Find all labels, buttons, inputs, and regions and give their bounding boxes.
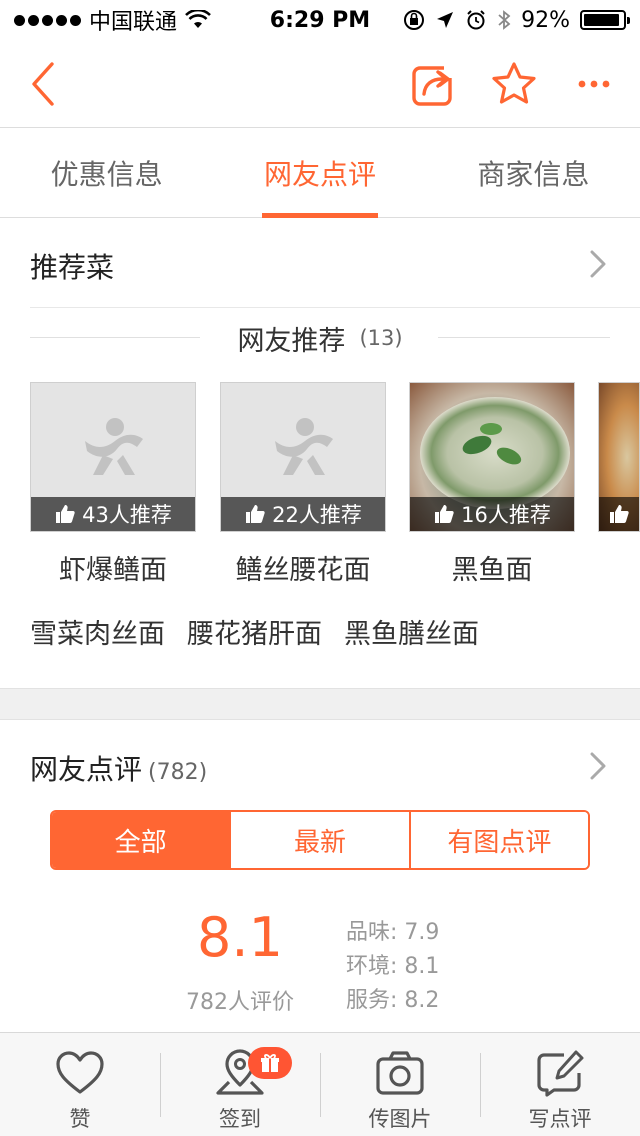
- dish-card[interactable]: 43人推荐: [30, 382, 196, 532]
- upload-photo-label: 传图片: [368, 1107, 432, 1131]
- dish-tag[interactable]: 腰花猪肝面: [187, 612, 322, 656]
- recommended-subheading: 网友推荐 (13): [0, 318, 640, 358]
- dish-photo: [420, 397, 570, 509]
- reviews-title-group: 网友点评 (782): [30, 748, 207, 788]
- write-review-button[interactable]: 写点评: [480, 1033, 640, 1136]
- check-in-badge: [248, 1047, 292, 1079]
- taste-score: 品味: 7.9: [346, 920, 440, 945]
- reviews-header[interactable]: 网友点评 (782): [0, 720, 640, 810]
- recommend-count: 43人推荐: [82, 503, 172, 527]
- dish-card-partial[interactable]: [598, 382, 640, 532]
- recommend-count: 16人推荐: [461, 503, 551, 527]
- tab-offers[interactable]: 优惠信息: [0, 129, 213, 217]
- camera-icon: [376, 1051, 424, 1095]
- dish-photo-detail: [480, 423, 502, 435]
- like-button[interactable]: 赞: [0, 1033, 160, 1136]
- dish-carousel[interactable]: 43人推荐 22人推荐 16人推荐: [30, 382, 640, 532]
- recommended-header[interactable]: 推荐菜: [0, 218, 640, 308]
- subhead-line-right: [438, 337, 610, 338]
- recommend-badge: 43人推荐: [31, 497, 195, 531]
- location-arrow-icon: [437, 12, 454, 28]
- recommend-badge: 16人推荐: [410, 497, 574, 531]
- section-separator: [0, 688, 640, 720]
- environment-score: 环境: 8.1: [346, 954, 440, 979]
- dish-tag[interactable]: 雪菜肉丝面: [30, 612, 165, 656]
- alarm-icon: [467, 10, 485, 30]
- divider: [30, 307, 640, 308]
- tab-reviews[interactable]: 网友点评: [213, 129, 426, 218]
- nav-bar: [0, 40, 640, 128]
- bluetooth-icon: [498, 10, 511, 30]
- dish-name[interactable]: 黑鱼面: [409, 548, 575, 587]
- battery-icon: [580, 10, 630, 30]
- filter-all[interactable]: 全部: [52, 812, 230, 868]
- like-label: 赞: [69, 1107, 91, 1131]
- clock: 6:29 PM: [269, 7, 371, 33]
- status-left: 中国联通: [14, 4, 244, 36]
- dish-name[interactable]: 虾爆鳝面: [30, 548, 196, 587]
- more-dishes-list: 雪菜肉丝面 腰花猪肝面 黑鱼膳丝面: [30, 612, 630, 656]
- edit-icon: [537, 1050, 584, 1097]
- thumbs-up-icon: [56, 505, 75, 523]
- thumbs-up-icon: [435, 505, 454, 523]
- sub-scores: 品味: 7.9 环境: 8.1 服务: 8.2: [346, 916, 439, 1018]
- gift-icon: [261, 1054, 279, 1072]
- write-review-label: 写点评: [528, 1107, 592, 1131]
- battery-percent: 92%: [521, 7, 570, 33]
- recommend-count: 22人推荐: [272, 503, 362, 527]
- check-in-label: 签到: [219, 1107, 261, 1131]
- page: 中国联通 6:29 PM 92% 优惠信息 网友点评 商家信息 推荐菜 网友推荐…: [0, 0, 640, 1136]
- recommend-badge: 22人推荐: [221, 497, 385, 531]
- placeholder-logo-icon: [275, 418, 333, 475]
- reviews-count: (782): [148, 760, 208, 785]
- dish-card[interactable]: 16人推荐: [409, 382, 575, 532]
- battery-fill: [584, 14, 619, 26]
- overall-score: 8.1: [197, 906, 283, 969]
- dish-name[interactable]: 鳝丝腰花面: [220, 548, 386, 587]
- orientation-lock-icon: [404, 10, 425, 30]
- filter-with-photos[interactable]: 有图点评: [408, 812, 588, 868]
- signal-strength-icon: [14, 14, 81, 26]
- tab-merchant-info[interactable]: 商家信息: [427, 129, 640, 217]
- reviews-title: 网友点评: [30, 753, 143, 786]
- service-score: 服务: 8.2: [346, 988, 440, 1013]
- carrier-name: 中国联通: [89, 10, 178, 35]
- recommend-badge: [599, 497, 639, 531]
- thumbs-up-icon: [610, 505, 629, 523]
- tab-bar: 优惠信息 网友点评 商家信息: [0, 129, 640, 218]
- placeholder-logo-icon: [85, 418, 143, 475]
- subhead-count: (13): [359, 326, 415, 350]
- review-filter: 全部 最新 有图点评: [50, 810, 590, 870]
- share-icon[interactable]: [410, 60, 458, 108]
- status-right: 92%: [396, 7, 630, 33]
- upload-photo-button[interactable]: 传图片: [320, 1033, 480, 1136]
- wifi-icon: [185, 10, 211, 28]
- filter-latest[interactable]: 最新: [229, 812, 409, 868]
- chevron-right-icon: [590, 250, 606, 278]
- dish-tag[interactable]: 黑鱼膳丝面: [344, 612, 479, 656]
- dish-names: 虾爆鳝面 鳝丝腰花面 黑鱼面: [0, 548, 640, 592]
- rating-count: 782人评价: [186, 990, 294, 1015]
- status-bar: 中国联通 6:29 PM 92%: [0, 0, 640, 40]
- dish-card[interactable]: 22人推荐: [220, 382, 386, 532]
- chevron-right-icon: [590, 752, 606, 780]
- more-dots-icon[interactable]: [570, 60, 618, 108]
- check-in-button[interactable]: 签到: [160, 1033, 320, 1136]
- subhead-line-left: [30, 337, 200, 338]
- heart-icon: [56, 1051, 104, 1094]
- subhead-text: 网友推荐: [225, 318, 358, 358]
- star-icon[interactable]: [490, 60, 538, 108]
- recommended-title: 推荐菜: [30, 251, 115, 284]
- chevron-left-icon[interactable]: [22, 60, 70, 108]
- thumbs-up-icon: [246, 505, 265, 523]
- bottom-toolbar: 赞 签到 传图片 写点评: [0, 1032, 640, 1136]
